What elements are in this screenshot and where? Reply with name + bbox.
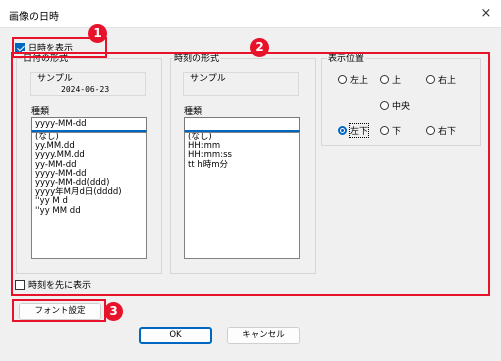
annotation-box-2 (11, 52, 490, 296)
annotation-box-3 (12, 299, 106, 322)
annotation-badge-1: 1 (88, 24, 107, 43)
cancel-button[interactable]: キャンセル (227, 327, 300, 344)
annotation-badge-3: 3 (104, 302, 123, 321)
title-bar: 画像の日時 × (0, 0, 501, 28)
ok-button[interactable]: OK (139, 327, 212, 344)
close-icon[interactable]: × (477, 5, 495, 23)
annotation-badge-2: 2 (250, 38, 269, 57)
window-title: 画像の日時 (9, 12, 59, 23)
